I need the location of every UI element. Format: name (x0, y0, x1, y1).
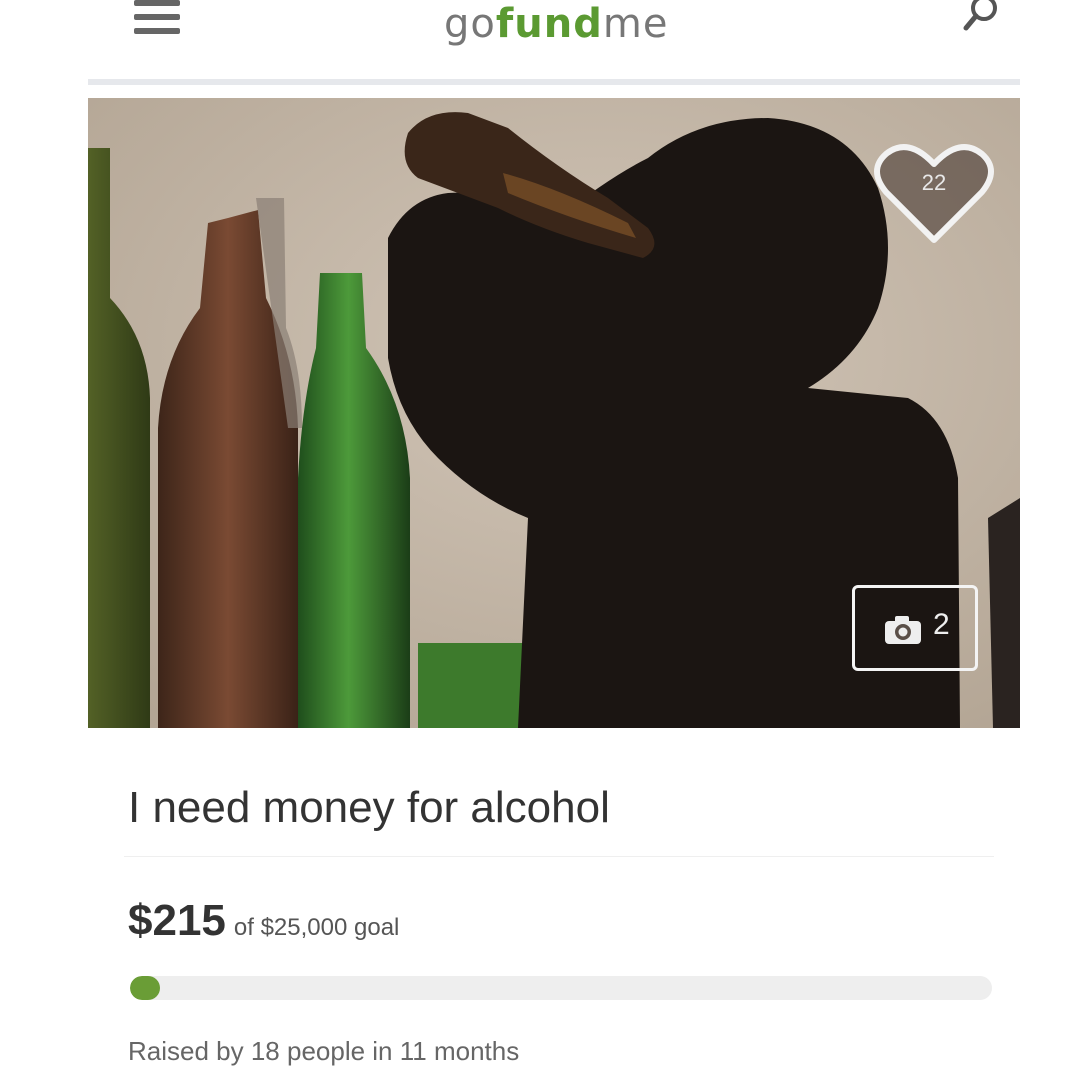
raised-summary: Raised by 18 people in 11 months (128, 1036, 520, 1066)
funding-progress-bar (130, 976, 992, 1000)
raised-amount-line: $215 of $25,000 goal (128, 896, 399, 952)
photo-count: 2 (933, 608, 950, 641)
campaign-title: I need money for alcohol (128, 783, 610, 832)
header-divider (88, 79, 1020, 85)
funding-progress-fill (130, 976, 160, 1000)
amount-raised: $215 (128, 896, 226, 945)
logo-part-fund: fund (495, 1, 603, 47)
camera-icon (885, 616, 921, 644)
logo-part-me: me (602, 1, 669, 47)
content-divider (124, 856, 994, 857)
hamburger-menu-icon[interactable] (134, 0, 180, 36)
goal-text: of $25,000 goal (233, 914, 400, 941)
photo-gallery-button[interactable]: 2 (852, 585, 978, 671)
search-icon[interactable] (960, 0, 1000, 36)
like-heart-button[interactable]: 22 (872, 140, 996, 248)
app-header: gofundme (0, 0, 1080, 80)
gofundme-logo[interactable]: gofundme (444, 0, 744, 52)
logo-part-go: go (444, 1, 496, 47)
like-count: 22 (921, 170, 947, 195)
